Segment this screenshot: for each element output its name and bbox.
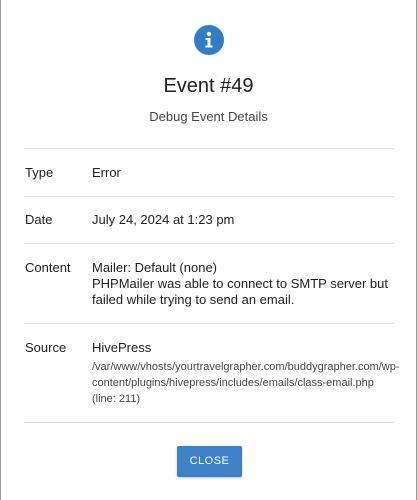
source-path-line: (line: 211) bbox=[92, 393, 141, 405]
event-details-dialog: Event #49 Debug Event Details Type Error… bbox=[0, 0, 417, 500]
divider bbox=[24, 323, 394, 324]
content-line: failed while trying to send an email. bbox=[92, 292, 295, 307]
date-value: July 24, 2024 at 1:23 pm bbox=[92, 212, 235, 227]
info-icon bbox=[194, 25, 224, 55]
source-path-line: content/plugins/hivepress/includes/email… bbox=[92, 377, 374, 389]
divider bbox=[24, 422, 394, 423]
date-label: Date bbox=[25, 212, 53, 227]
divider bbox=[24, 148, 394, 149]
source-path-line: /var/www/vhosts/yourtravelgrapher.com/bu… bbox=[92, 361, 400, 373]
type-value: Error bbox=[92, 165, 121, 180]
close-button[interactable]: CLOSE bbox=[177, 446, 242, 477]
type-label: Type bbox=[25, 165, 54, 180]
source-label: Source bbox=[25, 340, 67, 355]
divider bbox=[24, 243, 394, 244]
source-value: HivePress bbox=[92, 340, 152, 355]
content-line: Mailer: Default (none) bbox=[92, 260, 217, 275]
dialog-title: Event #49 bbox=[163, 75, 254, 97]
content-label: Content bbox=[25, 260, 71, 275]
content-line: PHPMailer was able to connect to SMTP se… bbox=[92, 276, 388, 291]
dialog-subtitle: Debug Event Details bbox=[149, 109, 268, 124]
divider bbox=[24, 196, 394, 197]
